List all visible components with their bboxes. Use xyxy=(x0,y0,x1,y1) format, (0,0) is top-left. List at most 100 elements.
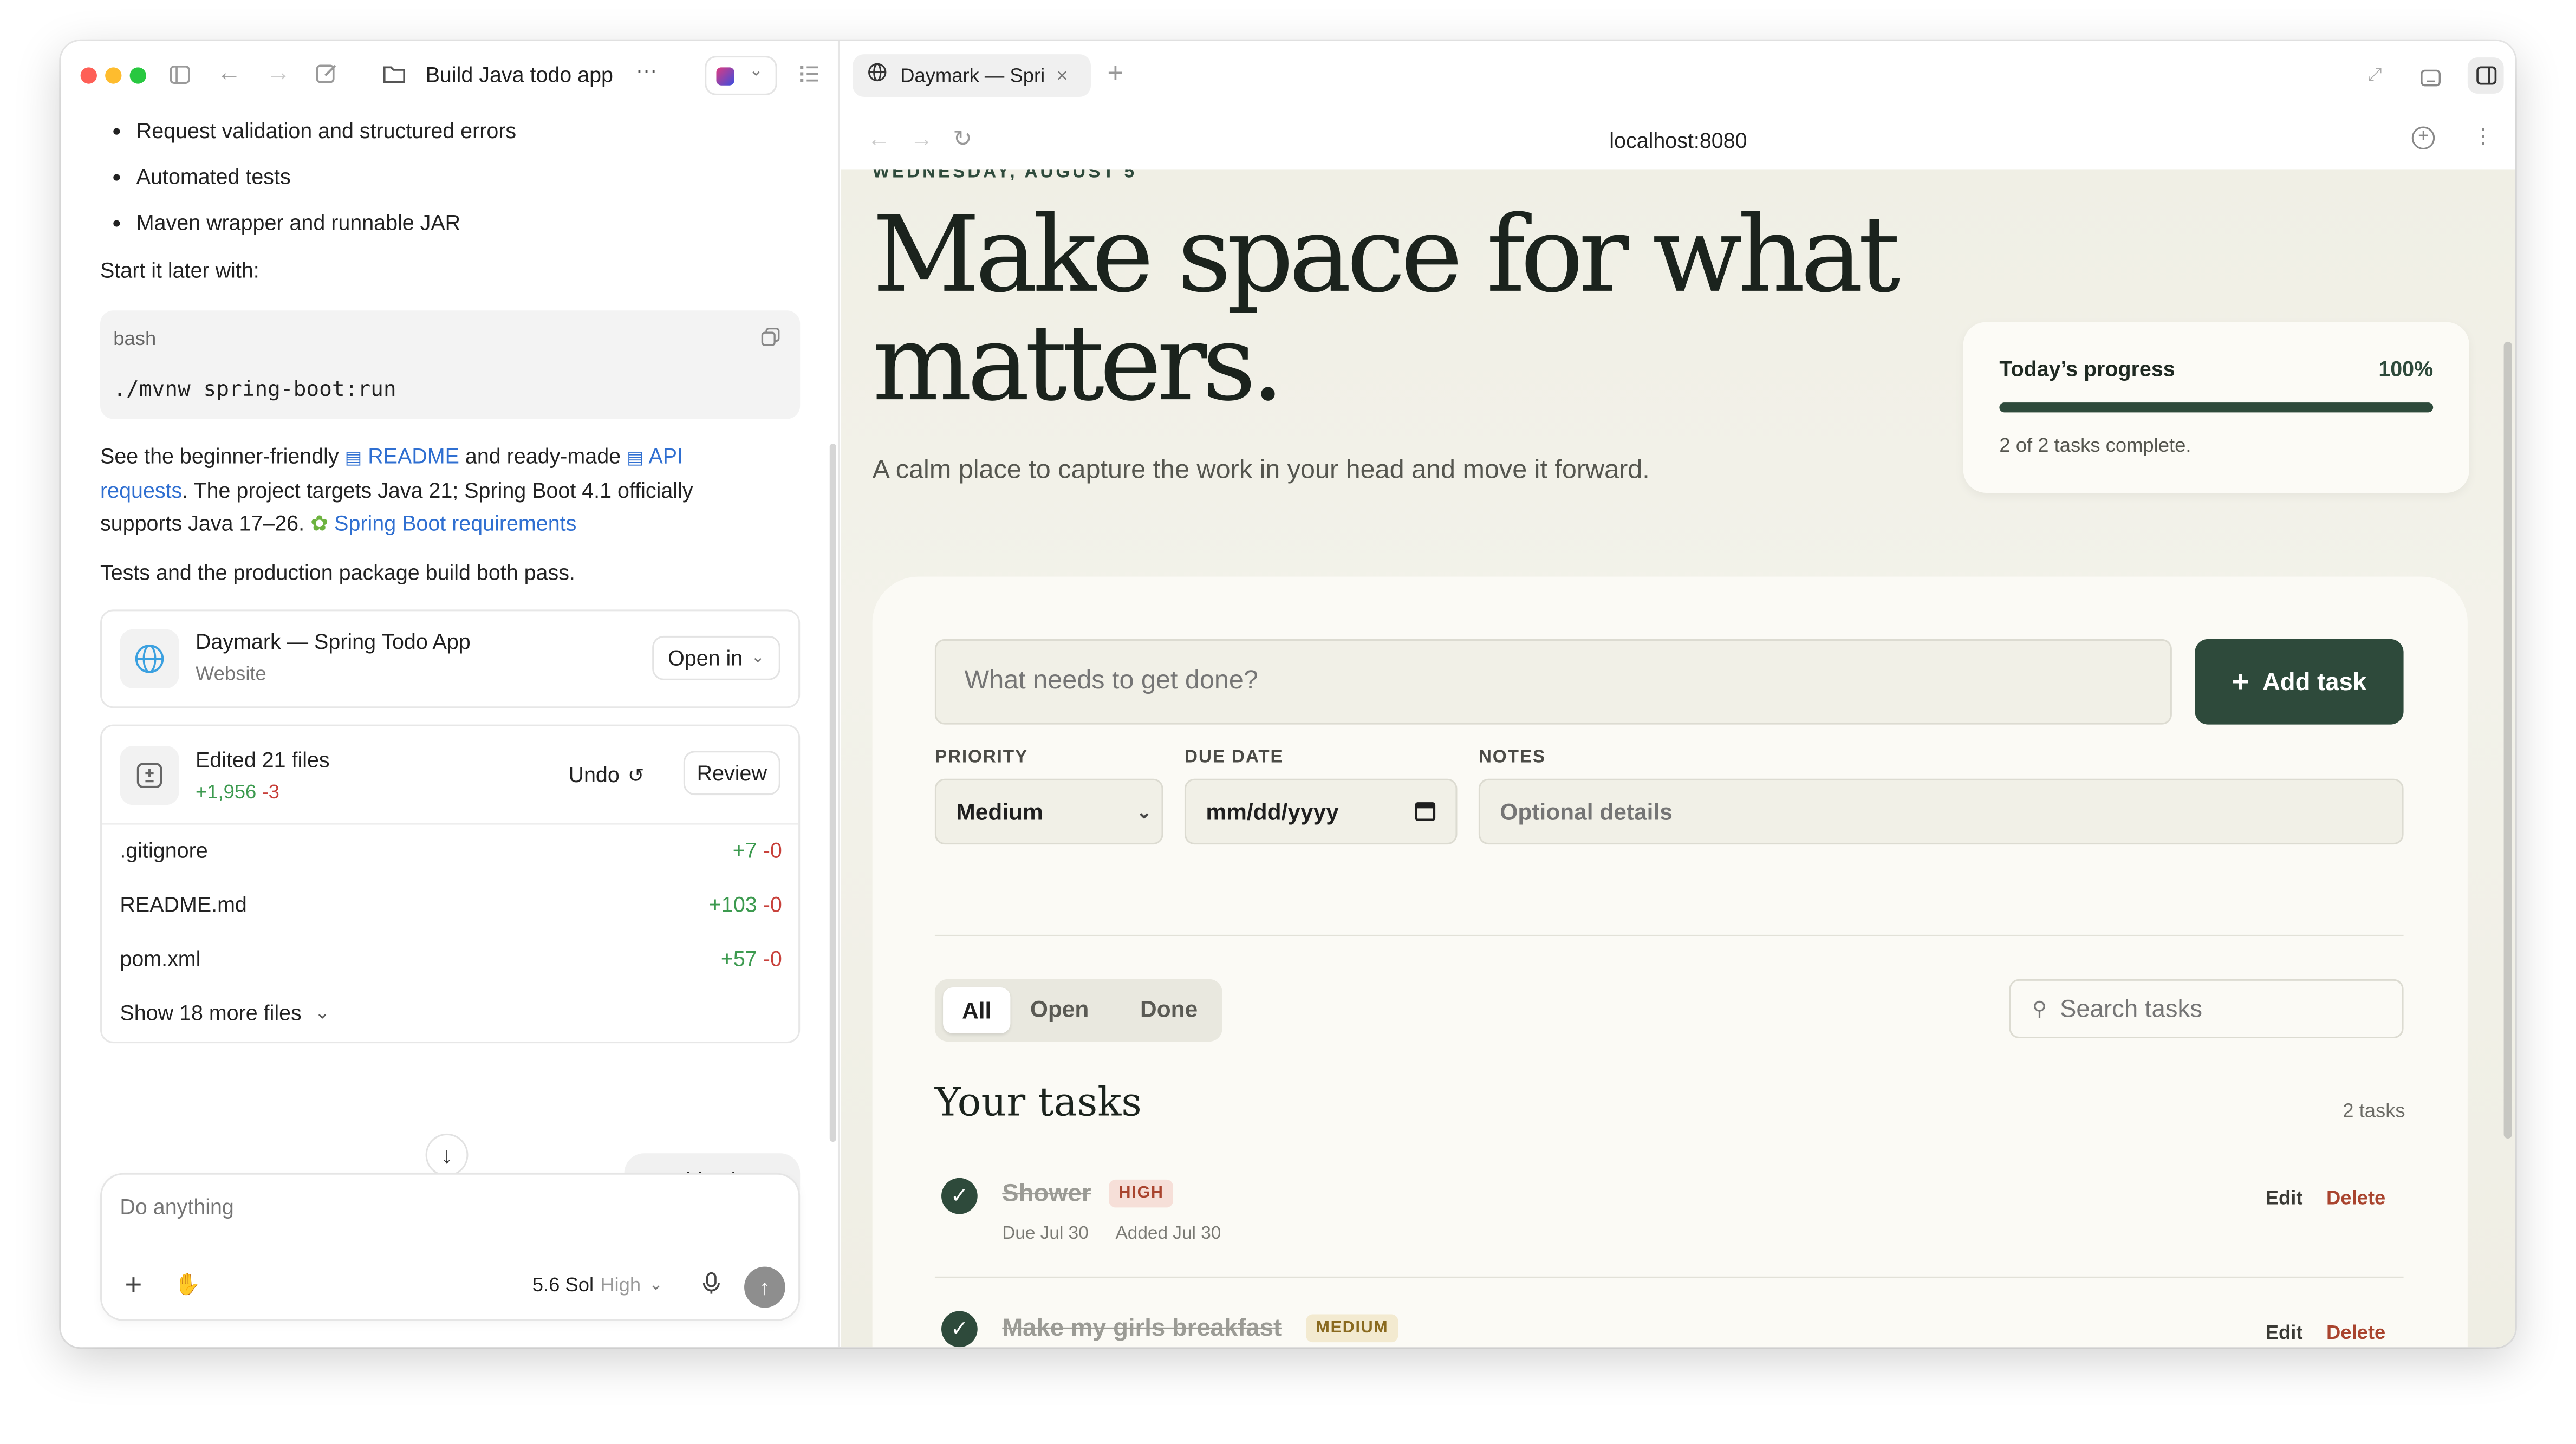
checklist-icon[interactable] xyxy=(798,64,819,88)
chat-scrollbar[interactable] xyxy=(829,443,836,1142)
progress-track xyxy=(1999,402,2434,413)
minimize-window-button[interactable] xyxy=(105,67,122,84)
progress-label: Today’s progress xyxy=(1999,356,2175,381)
device-icon[interactable] xyxy=(2420,66,2441,95)
start-text: Start it later with: xyxy=(100,258,259,283)
spring-requirements-link[interactable]: ✿ Spring Boot requirements xyxy=(310,511,576,535)
build-status-text: Tests and the production package build b… xyxy=(100,560,575,585)
edited-files-title: Edited 21 files xyxy=(195,747,330,772)
composer: + ✋ 5.6 Sol High ⌄ ↑ xyxy=(100,1173,801,1321)
lines-removed: -3 xyxy=(262,780,279,804)
undo-icon: ↺ xyxy=(627,764,645,787)
prompt-input[interactable] xyxy=(120,1194,777,1219)
show-more-files-button[interactable]: Show 18 more files ⌄ xyxy=(120,997,330,1030)
progress-card: Today’s progress 100% 2 of 2 tasks compl… xyxy=(1963,322,2469,493)
task-due: Due Jul 30 xyxy=(1002,1224,1089,1244)
calendar-icon[interactable] xyxy=(1415,800,1436,827)
api-link[interactable]: ▤ API xyxy=(627,444,683,468)
undo-button[interactable]: Undo ↺ xyxy=(568,759,644,792)
send-button[interactable]: ↑ xyxy=(744,1266,785,1308)
filter-open-tab[interactable]: Open xyxy=(1030,996,1089,1022)
chevron-down-icon: ⌄ xyxy=(649,1276,663,1294)
delete-button[interactable]: Delete xyxy=(2326,1186,2385,1209)
search-box[interactable]: ⚲ xyxy=(2009,979,2404,1038)
due-date-input[interactable]: mm/dd/yyyy xyxy=(1184,778,1458,845)
diff-summary: +1,956 -3 xyxy=(196,776,279,809)
new-tab-icon[interactable]: + xyxy=(1107,57,1123,90)
model-selector[interactable]: 5.6 Sol High ⌄ xyxy=(532,1273,663,1296)
task-panel: + Add task PRIORITY DUE DATE NOTES Mediu… xyxy=(872,576,2468,1348)
sidebar-toggle-icon[interactable] xyxy=(169,64,190,90)
filter-all-tab[interactable]: All xyxy=(943,987,1011,1033)
url-bar[interactable]: localhost:8080 xyxy=(841,128,2515,153)
forward-icon[interactable]: → xyxy=(266,61,290,85)
split-view-icon[interactable] xyxy=(2467,57,2504,94)
list-item: Request validation and structured errors xyxy=(113,115,516,148)
file-row[interactable]: .gitignore +7 -0 xyxy=(120,835,782,868)
add-attachment-icon[interactable]: + xyxy=(125,1270,142,1300)
open-in-button[interactable]: Open in ⌄ xyxy=(652,635,780,680)
delete-button[interactable]: Delete xyxy=(2326,1321,2385,1344)
edit-button[interactable]: Edit xyxy=(2266,1321,2303,1344)
chevron-down-icon: ⌄ xyxy=(1136,802,1152,823)
chat-title[interactable]: Build Java todo app xyxy=(426,62,613,87)
progress-percent: 100% xyxy=(2378,356,2434,381)
edit-button[interactable]: Edit xyxy=(2266,1186,2303,1209)
filter-done-tab[interactable]: Done xyxy=(1140,996,1198,1022)
browser-tab[interactable]: Daymark — Spri × xyxy=(853,54,1091,97)
headline-line-1: Make space for what xyxy=(872,195,1901,317)
hand-icon[interactable]: ✋ xyxy=(174,1272,201,1298)
checkmark-icon[interactable]: ✓ xyxy=(941,1311,978,1348)
review-button[interactable]: Review xyxy=(683,751,780,796)
search-input[interactable] xyxy=(2060,994,2372,1023)
readme-link[interactable]: ▤ README xyxy=(345,444,459,468)
notes-input[interactable] xyxy=(1478,778,2404,845)
new-chat-icon[interactable] xyxy=(315,62,338,90)
scroll-down-icon[interactable]: ↓ xyxy=(425,1133,469,1176)
folder-icon xyxy=(383,64,406,88)
show-more-label: Show 18 more files xyxy=(120,1000,302,1025)
spring-link-label: Spring Boot requirements xyxy=(334,511,577,536)
file-row[interactable]: pom.xml +57 -0 xyxy=(120,943,782,976)
checkmark-icon[interactable]: ✓ xyxy=(941,1178,978,1214)
chevron-down-icon: ⌄ xyxy=(749,62,763,81)
task-count: 2 tasks xyxy=(2343,1099,2405,1122)
file-added: +57 xyxy=(720,946,757,971)
page-subtitle: A calm place to capture the work in your… xyxy=(872,457,1650,485)
task-row: ✓ Make my girls breakfast MEDIUM Edit De… xyxy=(935,1295,2404,1348)
zoom-window-button[interactable] xyxy=(129,67,146,84)
api-link-continued[interactable]: requests xyxy=(100,478,182,503)
browser-menu-icon[interactable]: ⋮ xyxy=(2473,123,2494,149)
divider xyxy=(102,823,799,825)
page-scrollbar[interactable] xyxy=(2503,341,2512,1139)
globe-icon xyxy=(120,629,179,688)
task-row: ✓ Shower HIGH Due Jul 30 Added Jul 30 Ed… xyxy=(934,1160,2404,1278)
search-icon: ⚲ xyxy=(2032,997,2047,1020)
more-options-icon[interactable]: ··· xyxy=(636,58,657,82)
close-window-button[interactable] xyxy=(80,67,97,84)
new-task-input[interactable] xyxy=(934,639,2172,725)
app-switcher-button[interactable]: ⌄ xyxy=(705,56,777,95)
progress-fill xyxy=(1999,402,2434,413)
file-row[interactable]: README.md +103 -0 xyxy=(120,889,782,922)
back-icon[interactable]: ← xyxy=(217,61,241,85)
code-text: ./mvnw spring-boot:run xyxy=(113,378,396,403)
priority-badge: MEDIUM xyxy=(1306,1314,1398,1343)
notes-label: NOTES xyxy=(1478,747,1546,767)
file-name: pom.xml xyxy=(120,946,201,971)
add-task-button[interactable]: + Add task xyxy=(2195,639,2404,725)
progress-summary: 2 of 2 tasks complete. xyxy=(1999,433,2191,457)
file-name: README.md xyxy=(120,892,247,917)
copy-icon[interactable] xyxy=(760,324,780,357)
edited-files-card: Edited 21 files +1,956 -3 Undo ↺ Review … xyxy=(100,724,801,1044)
filter-tabs: All Open Done xyxy=(934,979,1222,1042)
priority-select[interactable]: Medium ⌄ xyxy=(934,778,1163,845)
expand-icon[interactable]: ⤢ xyxy=(2367,66,2382,87)
due-date-label: DUE DATE xyxy=(1184,747,1284,767)
readme-link-label: README xyxy=(368,443,459,469)
chat-pane: ← → Build Java todo app ··· ⌄ Request va… xyxy=(61,41,840,1348)
website-card[interactable]: Daymark — Spring Todo App Website Open i… xyxy=(100,609,801,708)
close-tab-icon[interactable]: × xyxy=(1056,64,1068,87)
microphone-icon[interactable] xyxy=(701,1272,721,1303)
add-bookmark-icon[interactable]: + xyxy=(2411,126,2435,150)
